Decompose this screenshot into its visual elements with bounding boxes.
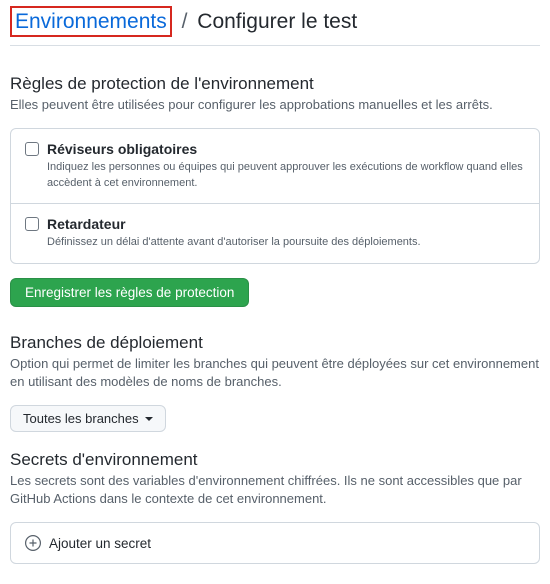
wait-timer-checkbox[interactable] [25, 217, 39, 231]
breadcrumb-current: Configurer le test [197, 10, 357, 33]
breadcrumb-environments-link[interactable]: Environnements [10, 6, 172, 37]
protection-rules-title: Règles de protection de l'environnement [10, 74, 540, 94]
wait-timer-desc: Définissez un délai d'attente avant d'au… [47, 235, 525, 250]
protection-rules-desc: Elles peuvent être utilisées pour config… [10, 96, 540, 114]
rule-required-reviewers: Réviseurs obligatoires Indiquez les pers… [11, 129, 539, 204]
plus-circle-icon [25, 535, 41, 551]
branches-dropdown-label: Toutes les branches [23, 411, 139, 426]
required-reviewers-label: Réviseurs obligatoires [47, 141, 197, 157]
branches-dropdown[interactable]: Toutes les branches [10, 405, 166, 432]
deployment-branches-title: Branches de déploiement [10, 333, 540, 353]
environment-secrets-title: Secrets d'environnement [10, 450, 540, 470]
environment-secrets-desc: Les secrets sont des variables d'environ… [10, 472, 540, 508]
protection-rules-box: Réviseurs obligatoires Indiquez les pers… [10, 128, 540, 263]
rule-wait-timer: Retardateur Définissez un délai d'attent… [11, 204, 539, 262]
deployment-branches-desc: Option qui permet de limiter les branche… [10, 355, 540, 391]
required-reviewers-checkbox[interactable] [25, 142, 39, 156]
add-secret-button[interactable]: Ajouter un secret [10, 522, 540, 564]
breadcrumb: Environnements / Configurer le test [10, 6, 540, 46]
chevron-down-icon [145, 417, 153, 421]
breadcrumb-separator: / [182, 10, 188, 33]
save-protection-rules-button[interactable]: Enregistrer les règles de protection [10, 278, 249, 307]
required-reviewers-desc: Indiquez les personnes ou équipes qui pe… [47, 160, 525, 191]
wait-timer-label: Retardateur [47, 216, 126, 232]
add-secret-label: Ajouter un secret [49, 536, 151, 551]
